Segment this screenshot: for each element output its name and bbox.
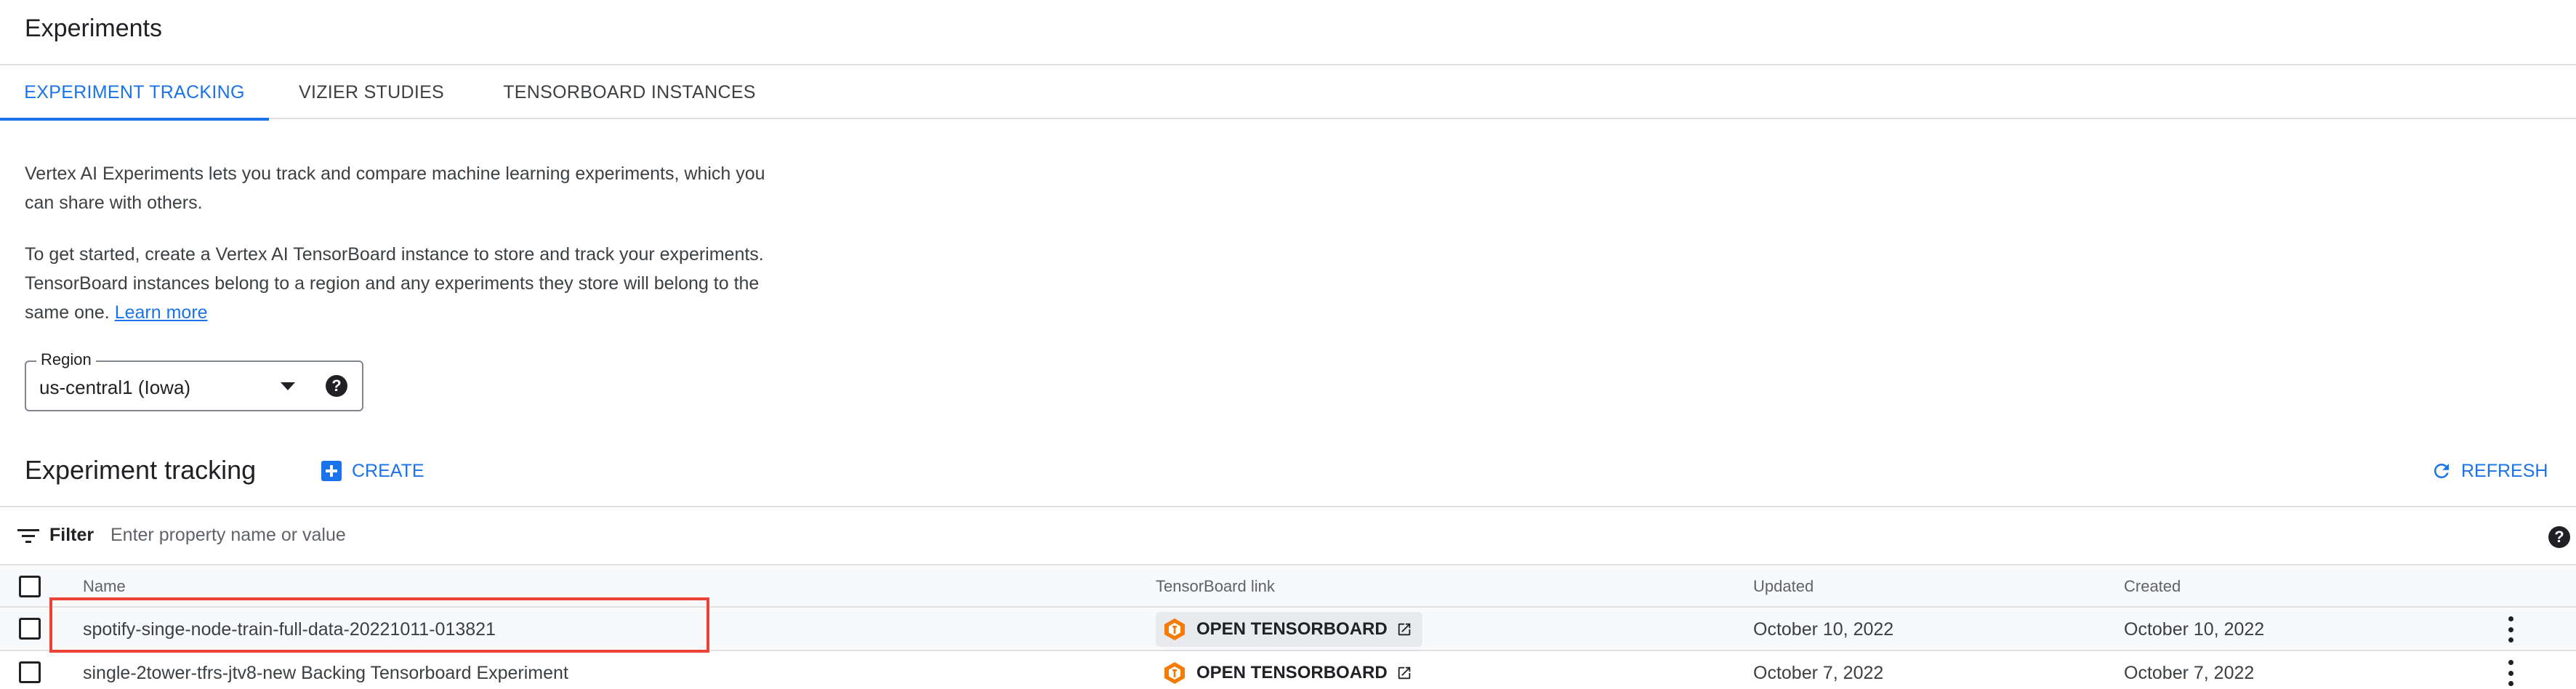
filter-input[interactable] [110, 520, 2436, 549]
filter-lines-icon [17, 529, 39, 543]
created-date: October 7, 2022 [2124, 663, 2255, 683]
plus-box-icon [321, 461, 342, 481]
refresh-label: REFRESH [2461, 460, 2548, 481]
create-button[interactable]: CREATE [321, 456, 424, 485]
create-label: CREATE [352, 460, 424, 481]
table-header: Name TensorBoard link Updated Created [0, 565, 2576, 608]
column-header-created[interactable]: Created [2124, 577, 2181, 596]
table-row[interactable]: spotify-singe-node-train-full-data-20221… [0, 608, 2576, 651]
tab-tensorboard-instances[interactable]: TENSORBOARD INSTANCES [474, 65, 785, 119]
external-link-icon [1398, 666, 1410, 680]
filter-label: Filter [49, 525, 94, 545]
tensorboard-logo-icon [1164, 662, 1185, 684]
page-header: Experiments [0, 0, 2576, 65]
page-title: Experiments [25, 15, 162, 42]
updated-date: October 7, 2022 [1753, 663, 1884, 683]
open-tensorboard-button[interactable]: OPEN TENSORBOARD [1156, 612, 1422, 647]
row-checkbox[interactable] [19, 618, 41, 640]
refresh-icon [2434, 464, 2449, 478]
external-link-icon [1398, 623, 1410, 636]
column-header-name[interactable]: Name [83, 577, 126, 596]
getting-started-paragraph: To get started, create a Vertex AI Tenso… [25, 240, 773, 327]
intro-paragraph: Vertex AI Experiments lets you track and… [25, 164, 765, 213]
kebab-menu-icon[interactable] [2503, 616, 2518, 642]
region-help-icon[interactable]: ? [326, 375, 347, 397]
experiment-name[interactable]: spotify-singe-node-train-full-data-20221… [83, 619, 496, 640]
caret-down-icon [281, 382, 295, 390]
column-header-updated[interactable]: Updated [1753, 577, 1814, 596]
open-tensorboard-label: OPEN TENSORBOARD [1196, 619, 1388, 639]
kebab-menu-icon[interactable] [2503, 660, 2518, 686]
tab-experiment-tracking[interactable]: EXPERIMENT TRACKING [0, 65, 269, 121]
filter-help-icon[interactable]: ? [2548, 526, 2570, 548]
region-label: Region [36, 350, 96, 369]
created-date: October 10, 2022 [2124, 619, 2265, 640]
region-value: us-central1 (Iowa) [39, 376, 191, 398]
tensorboard-logo-icon [1164, 619, 1185, 640]
tab-bar: EXPERIMENT TRACKING VIZIER STUDIES TENSO… [0, 65, 2576, 121]
column-header-tensorboard: TensorBoard link [1156, 577, 1275, 595]
filter-bar: Filter ? [0, 506, 2576, 565]
open-tensorboard-button[interactable]: OPEN TENSORBOARD [1156, 656, 1422, 689]
table-row[interactable]: single-2tower-tfrs-jtv8-new Backing Tens… [0, 651, 2576, 689]
region-select[interactable]: Region us-central1 (Iowa) ? [25, 350, 363, 411]
tab-vizier-studies[interactable]: VIZIER STUDIES [269, 65, 474, 119]
experiments-page: Experiments EXPERIMENT TRACKING VIZIER S… [0, 0, 2576, 689]
experiment-name[interactable]: single-2tower-tfrs-jtv8-new Backing Tens… [83, 663, 568, 684]
refresh-button[interactable]: REFRESH [2431, 456, 2548, 485]
select-all-checkbox[interactable] [19, 576, 41, 597]
updated-date: October 10, 2022 [1753, 619, 1894, 640]
learn-more-link[interactable]: Learn more [115, 302, 208, 323]
section-title: Experiment tracking [25, 455, 257, 485]
row-checkbox[interactable] [19, 661, 41, 683]
open-tensorboard-label: OPEN TENSORBOARD [1196, 663, 1388, 682]
